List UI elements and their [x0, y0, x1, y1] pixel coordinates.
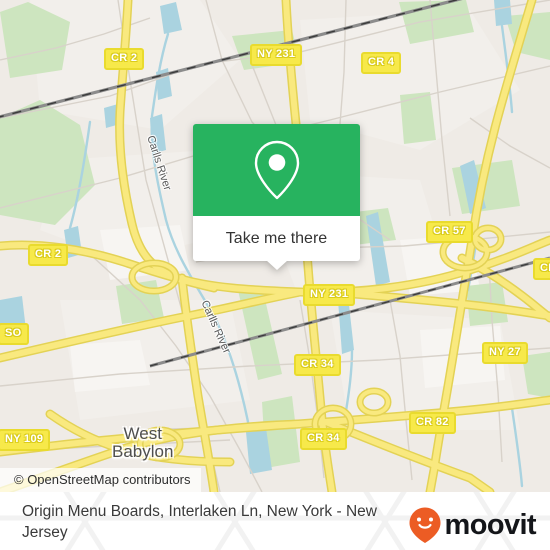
moovit-wordmark: moovit — [444, 508, 537, 541]
road-shield: CR 4 — [361, 52, 402, 74]
footer-bar: Origin Menu Boards, Interlaken Ln, New Y… — [0, 492, 550, 550]
road-shield: CR 2 — [104, 48, 145, 70]
callout-header — [193, 124, 360, 216]
moovit-smiley-pin-icon — [409, 507, 441, 543]
road-shield: NY 231 — [250, 44, 303, 66]
road-shield: CR 57 — [426, 221, 473, 243]
callout-pointer-tail — [265, 260, 288, 270]
road-shield: CR 34 — [300, 428, 347, 450]
road-shield: CR 2 — [28, 244, 69, 266]
callout-action-bar[interactable]: Take me there — [193, 216, 360, 261]
map-canvas[interactable]: CR 2 NY 231 CR 4 CR 2 CR 57 CR 5 SO NY 2… — [0, 0, 550, 492]
place-label-west-babylon: West Babylon — [112, 424, 174, 461]
moovit-map-page: CR 2 NY 231 CR 4 CR 2 CR 57 CR 5 SO NY 2… — [0, 0, 550, 550]
road-shield: SO — [0, 323, 29, 345]
road-shield: CR 34 — [294, 354, 341, 376]
road-shield: CR 5 — [533, 258, 550, 280]
road-shield: NY 27 — [482, 342, 528, 364]
take-me-there-label: Take me there — [225, 229, 328, 247]
road-shield: NY 231 — [303, 284, 356, 306]
map-pin-icon — [254, 140, 299, 200]
road-shield: CR 82 — [409, 412, 456, 434]
road-shield: NY 109 — [0, 429, 51, 451]
location-title: Origin Menu Boards, Interlaken Ln, New Y… — [22, 503, 377, 541]
map-callout-popup[interactable]: Take me there — [193, 124, 360, 270]
moovit-logo[interactable]: moovit — [408, 506, 537, 544]
osm-attribution[interactable]: © OpenStreetMap contributors — [0, 468, 201, 492]
